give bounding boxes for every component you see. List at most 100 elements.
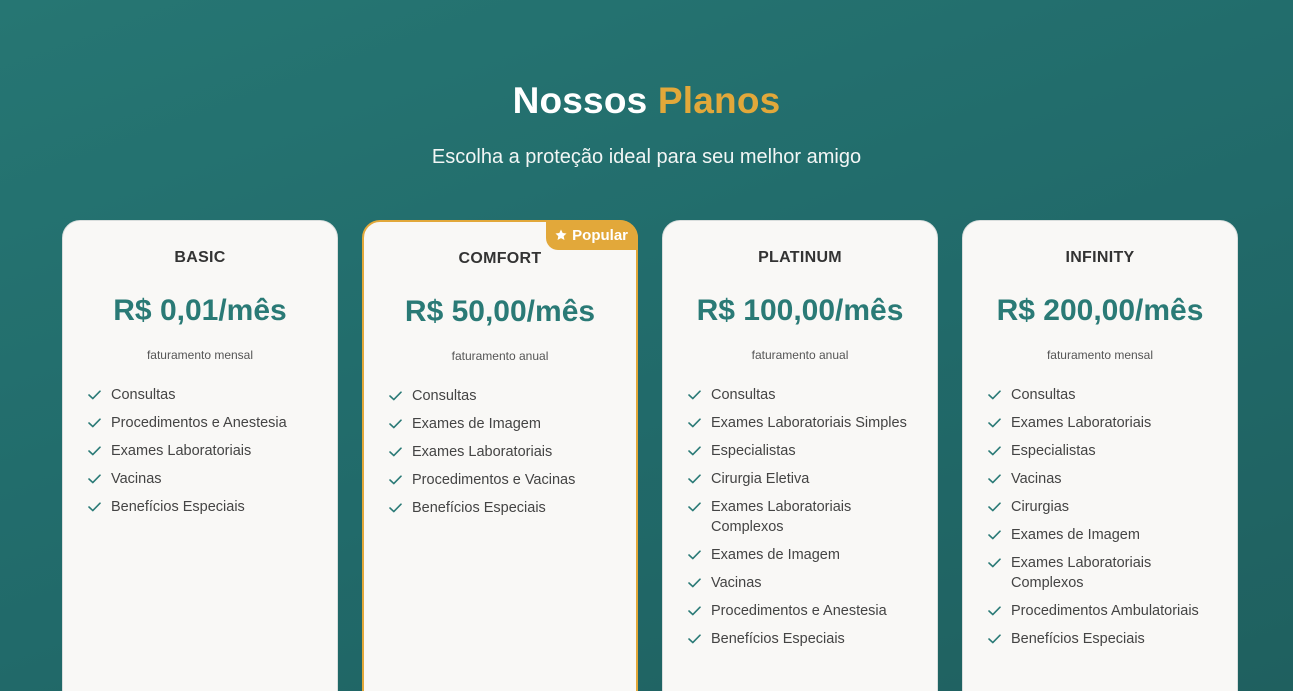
feature-item: Consultas bbox=[988, 385, 1219, 405]
plan-card-comfort[interactable]: Popular COMFORT R$ 50,00/mês faturamento an… bbox=[362, 220, 638, 691]
feature-label: Vacinas bbox=[111, 471, 162, 487]
check-icon bbox=[389, 498, 403, 518]
plan-name: PLATINUM bbox=[758, 249, 842, 266]
feature-label: Procedimentos e Vacinas bbox=[412, 472, 576, 488]
feature-item: Consultas bbox=[389, 386, 618, 406]
feature-list: Consultas Exames Laboratoriais Simples Esp… bbox=[688, 385, 919, 657]
feature-label: Benefícios Especiais bbox=[111, 499, 245, 515]
feature-item: Benefícios Especiais bbox=[988, 629, 1219, 649]
feature-item: Procedimentos e Anestesia bbox=[688, 601, 919, 621]
feature-item: Exames de Imagem bbox=[988, 525, 1219, 545]
check-icon bbox=[389, 414, 403, 434]
feature-label: Especialistas bbox=[1011, 443, 1096, 459]
check-icon bbox=[988, 441, 1002, 461]
feature-list: Consultas Exames Laboratoriais Especialist… bbox=[988, 385, 1219, 657]
check-icon bbox=[389, 470, 403, 490]
check-icon bbox=[688, 601, 702, 621]
check-icon bbox=[988, 601, 1002, 621]
check-icon bbox=[688, 413, 702, 433]
plan-card-basic[interactable]: BASIC R$ 0,01/mês faturamento mensal Consul… bbox=[62, 220, 338, 691]
feature-label: Cirurgias bbox=[1011, 499, 1070, 515]
feature-label: Cirurgia Eletiva bbox=[711, 471, 810, 487]
feature-item: Exames Laboratoriais bbox=[988, 413, 1219, 433]
feature-item: Consultas bbox=[688, 385, 919, 405]
billing-period: faturamento mensal bbox=[1046, 348, 1154, 362]
check-icon bbox=[88, 469, 102, 489]
check-icon bbox=[688, 545, 702, 565]
feature-item: Cirurgia Eletiva bbox=[688, 469, 919, 489]
feature-label: Exames de Imagem bbox=[1011, 527, 1140, 543]
check-icon bbox=[389, 442, 403, 462]
feature-label: Exames de Imagem bbox=[711, 547, 840, 563]
popular-badge: Popular bbox=[546, 220, 638, 250]
feature-label: Exames Laboratoriais bbox=[111, 443, 252, 459]
feature-label: Consultas bbox=[412, 388, 477, 404]
feature-item: Vacinas bbox=[988, 469, 1219, 489]
feature-label: Exames Laboratoriais bbox=[412, 444, 553, 460]
star-icon bbox=[554, 228, 568, 242]
check-icon bbox=[88, 413, 102, 433]
check-icon bbox=[688, 629, 702, 649]
feature-item: Benefícios Especiais bbox=[389, 498, 618, 518]
title-part-accent: Planos bbox=[657, 80, 781, 121]
plan-name: COMFORT bbox=[458, 250, 542, 267]
check-icon bbox=[688, 441, 702, 461]
check-icon bbox=[688, 497, 702, 517]
feature-item: Exames de Imagem bbox=[389, 414, 618, 434]
feature-item: Exames Laboratoriais Complexos bbox=[988, 553, 1219, 593]
badge-label: Popular bbox=[572, 226, 628, 244]
check-icon bbox=[389, 386, 403, 406]
check-icon bbox=[88, 385, 102, 405]
feature-label: Exames Laboratoriais bbox=[1011, 415, 1152, 431]
feature-label: Exames de Imagem bbox=[412, 416, 541, 432]
plan-price: R$ 0,01/mês bbox=[113, 294, 287, 327]
check-icon bbox=[988, 497, 1002, 517]
feature-label: Benefícios Especiais bbox=[1011, 631, 1145, 647]
check-icon bbox=[688, 469, 702, 489]
check-icon bbox=[88, 497, 102, 517]
feature-label: Consultas bbox=[111, 387, 176, 403]
feature-item: Vacinas bbox=[688, 573, 919, 593]
feature-item: Benefícios Especiais bbox=[688, 629, 919, 649]
feature-item: Exames de Imagem bbox=[688, 545, 919, 565]
feature-item: Cirurgias bbox=[988, 497, 1219, 517]
section-subtitle: Escolha a proteção ideal para seu melhor… bbox=[431, 146, 862, 168]
plan-name: BASIC bbox=[174, 249, 226, 266]
feature-item: Exames Laboratoriais Simples bbox=[688, 413, 919, 433]
feature-item: Benefícios Especiais bbox=[88, 497, 319, 517]
plan-price: R$ 200,00/mês bbox=[996, 294, 1204, 327]
check-icon bbox=[988, 525, 1002, 545]
feature-label: Benefícios Especiais bbox=[412, 500, 546, 516]
feature-list: Consultas Exames de Imagem Exames Laborato… bbox=[389, 386, 618, 526]
feature-item: Exames Laboratoriais Complexos bbox=[688, 497, 919, 537]
feature-item: Especialistas bbox=[688, 441, 919, 461]
billing-period: faturamento anual bbox=[751, 348, 849, 362]
feature-item: Consultas bbox=[88, 385, 319, 405]
feature-label: Benefícios Especiais bbox=[711, 631, 845, 647]
check-icon bbox=[688, 385, 702, 405]
feature-label: Vacinas bbox=[1011, 471, 1062, 487]
title-part-main: Nossos bbox=[512, 80, 648, 121]
feature-item: Vacinas bbox=[88, 469, 319, 489]
feature-item: Procedimentos Ambulatoriais bbox=[988, 601, 1219, 621]
feature-item: Procedimentos e Anestesia bbox=[88, 413, 319, 433]
plan-card-platinum[interactable]: PLATINUM R$ 100,00/mês faturamento anual Co… bbox=[662, 220, 938, 691]
feature-label: Procedimentos Ambulatoriais bbox=[1011, 603, 1199, 619]
feature-list: Consultas Procedimentos e Anestesia Exames… bbox=[88, 385, 319, 525]
feature-label: Exames Laboratoriais Complexos bbox=[1011, 555, 1152, 591]
feature-label: Consultas bbox=[711, 387, 776, 403]
check-icon bbox=[988, 553, 1002, 573]
feature-label: Vacinas bbox=[711, 575, 762, 591]
check-icon bbox=[988, 629, 1002, 649]
billing-period: faturamento anual bbox=[451, 349, 549, 363]
feature-label: Consultas bbox=[1011, 387, 1076, 403]
check-icon bbox=[988, 413, 1002, 433]
check-icon bbox=[988, 385, 1002, 405]
feature-item: Exames Laboratoriais bbox=[88, 441, 319, 461]
plan-price: R$ 50,00/mês bbox=[404, 295, 596, 328]
check-icon bbox=[988, 469, 1002, 489]
feature-item: Procedimentos e Vacinas bbox=[389, 470, 618, 490]
plan-card-infinity[interactable]: INFINITY R$ 200,00/mês faturamento mensal C… bbox=[962, 220, 1238, 691]
section-title: Nossos Planos bbox=[0, 80, 1293, 122]
check-icon bbox=[688, 573, 702, 593]
